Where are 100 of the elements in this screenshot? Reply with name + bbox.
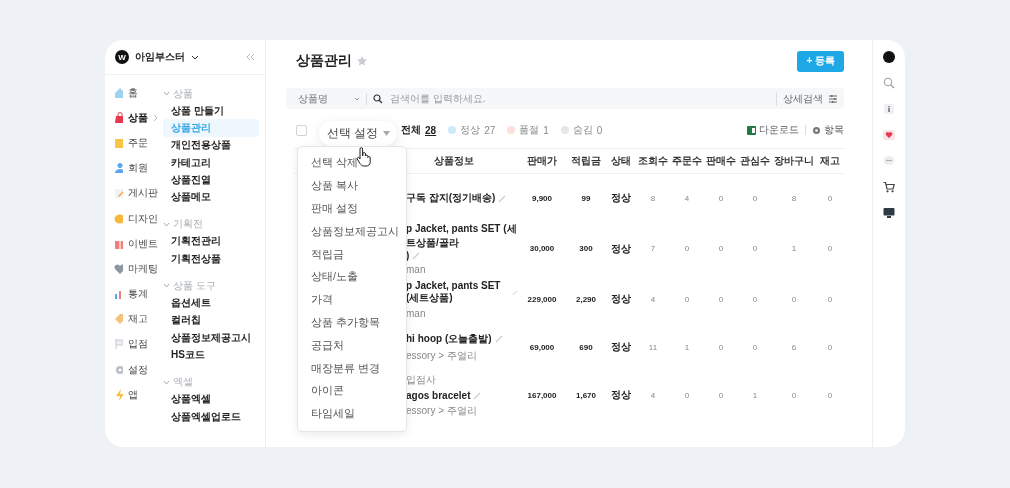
search-input[interactable]: 검색어를 입력하세요. — [388, 92, 592, 105]
pencil-icon — [473, 390, 483, 400]
submenu-item[interactable]: 상품엑셀 — [163, 390, 259, 408]
brand-logo: W — [115, 50, 129, 64]
filter-label[interactable]: 정상 — [460, 123, 481, 137]
submenu-item[interactable]: 기획전상품 — [163, 250, 259, 268]
table-cell-text: 4 — [649, 389, 657, 402]
seller-name: 입점사 — [406, 372, 437, 387]
menu-item[interactable]: 상품 복사 — [298, 174, 406, 198]
nav-item[interactable]: 회원 — [105, 155, 163, 181]
menu-item[interactable]: 상태/노출 — [298, 266, 406, 289]
table-cell: 정상 — [606, 173, 636, 222]
table-cell-text: 0 — [717, 389, 725, 402]
menu-item[interactable]: 적립금 — [298, 243, 406, 266]
advanced-search-link[interactable]: 상세검색 — [783, 91, 823, 106]
submenu-item[interactable]: 상품진열 — [163, 171, 259, 189]
table-cell-text: 0 — [790, 293, 798, 306]
table-cell-text: 0 — [751, 243, 759, 255]
submenu-item[interactable]: 상품엑셀업로드 — [163, 407, 259, 426]
column-header[interactable]: 장바구니 — [774, 155, 814, 166]
menu-item[interactable]: 판매 설정 — [298, 197, 406, 221]
column-header[interactable]: 재고 — [820, 155, 840, 166]
nav-item[interactable]: 홈 — [105, 80, 163, 106]
submenu-item[interactable]: 카테고리 — [163, 153, 259, 172]
table-cell-text: 1 — [683, 341, 691, 354]
pencil-icon — [511, 287, 518, 297]
table-cell-text: 정상 — [610, 241, 632, 256]
filter-count[interactable]: 28 — [425, 124, 437, 136]
menu-item[interactable]: 선택 삭제 — [298, 152, 406, 175]
column-header[interactable]: 상품정보 — [434, 155, 474, 166]
submenu-item[interactable]: 옵션세트 — [163, 294, 259, 312]
pencil-icon — [498, 193, 508, 203]
column-header[interactable]: 판매가 — [527, 155, 557, 166]
chat-icon — [883, 155, 895, 167]
submenu-item[interactable]: 상품정보제공고시 — [163, 328, 259, 347]
nav-item[interactable]: 앱 — [105, 382, 163, 408]
submenu-item[interactable]: 개인전용상품 — [163, 136, 259, 154]
menu-item[interactable]: 공급처 — [298, 334, 406, 358]
filter-count: 1 — [543, 124, 549, 136]
table-cell-text: 167,000 — [526, 389, 558, 402]
filter-sliders-icon — [828, 93, 838, 104]
submenu-item[interactable]: 상품메모 — [163, 188, 259, 206]
submenu-item[interactable]: 컬러칩 — [163, 311, 259, 329]
nav-item[interactable]: 통계 — [105, 281, 163, 307]
columns-link[interactable]: 항목 — [824, 123, 844, 137]
column-header[interactable]: 적립금 — [571, 155, 601, 166]
table-cell-text: 정상 — [610, 292, 632, 306]
nav-item[interactable]: 디자인 — [105, 205, 163, 232]
nav-item[interactable]: 이벤트 — [105, 231, 163, 257]
filter-label[interactable]: 전체 — [401, 123, 421, 137]
nav-item[interactable]: 입점 — [105, 331, 163, 358]
column-header[interactable]: 판매수 — [706, 155, 736, 166]
menu-item[interactable]: 상품 추가항목 — [298, 311, 406, 335]
search-field-select[interactable]: 상품명 — [298, 92, 367, 105]
menu-item[interactable]: 가격 — [298, 288, 406, 312]
nav-item[interactable]: 주문 — [105, 130, 163, 156]
submenu-item[interactable]: HS코드 — [163, 346, 259, 364]
search-icon — [883, 77, 895, 89]
column-header[interactable]: 조회수 — [638, 155, 668, 166]
table-cell-text: 11 — [647, 341, 659, 354]
submenu-item[interactable]: 기획전관리 — [163, 232, 259, 251]
selection-settings-button[interactable]: 선택 설정 — [319, 121, 398, 146]
product-name[interactable]: p Jacket, pants SET (세트상품) — [406, 279, 509, 305]
product-name[interactable]: hi hoop (오늘출발) — [406, 331, 492, 346]
table-cell-text: 2,290 — [575, 293, 597, 306]
table-cell: 0 — [704, 173, 738, 222]
filter-label[interactable]: 숨김 — [572, 123, 593, 137]
chevron-icon — [163, 283, 170, 289]
column-header[interactable]: 관심수 — [740, 155, 770, 166]
filter-count: 27 — [484, 124, 496, 136]
table-cell-text: 0 — [751, 341, 759, 354]
heart-icon — [113, 261, 123, 276]
select-all-checkbox[interactable] — [296, 124, 307, 136]
table-cell-text: 0 — [683, 243, 691, 255]
nav-item[interactable]: 마케팅 — [105, 256, 163, 282]
nav-item[interactable]: 재고 — [105, 306, 163, 332]
submenu-item[interactable]: 상품 만들기 — [163, 102, 259, 120]
product-name[interactable]: 구독 잡지(정기배송) — [406, 191, 496, 205]
menu-item[interactable]: 상품정보제공고시 — [298, 220, 406, 244]
table-cell-text: 690 — [578, 341, 594, 354]
info-icon — [883, 103, 895, 115]
product-name[interactable]: agos bracelet — [406, 389, 471, 401]
table-cell-text: 30,000 — [528, 243, 556, 255]
product-name[interactable]: p Jacket, pants SET (세트상품/골라 — [406, 222, 518, 250]
menu-item[interactable]: 아이콘 — [298, 379, 406, 403]
menu-item[interactable]: 타임세일 — [298, 402, 406, 426]
table-cell-text: 7 — [649, 243, 657, 255]
nav-item[interactable]: 설정 — [105, 357, 163, 383]
table-cell-text: 0 — [717, 293, 725, 306]
nav-item[interactable]: 게시판 — [105, 180, 163, 206]
filter-label[interactable]: 품절 — [519, 123, 540, 137]
table-cell-text: 1 — [751, 389, 759, 402]
collapse-icon[interactable] — [245, 53, 255, 61]
store-name[interactable]: 아임부스터 — [135, 50, 185, 64]
column-header[interactable]: 주문수 — [672, 155, 702, 166]
column-header[interactable]: 상태 — [611, 155, 631, 166]
download-link[interactable]: 다운로드 — [759, 123, 799, 137]
star-icon — [356, 55, 368, 67]
nav-item[interactable]: 상품 — [105, 105, 163, 131]
menu-item[interactable]: 매장분류 변경 — [298, 357, 406, 380]
